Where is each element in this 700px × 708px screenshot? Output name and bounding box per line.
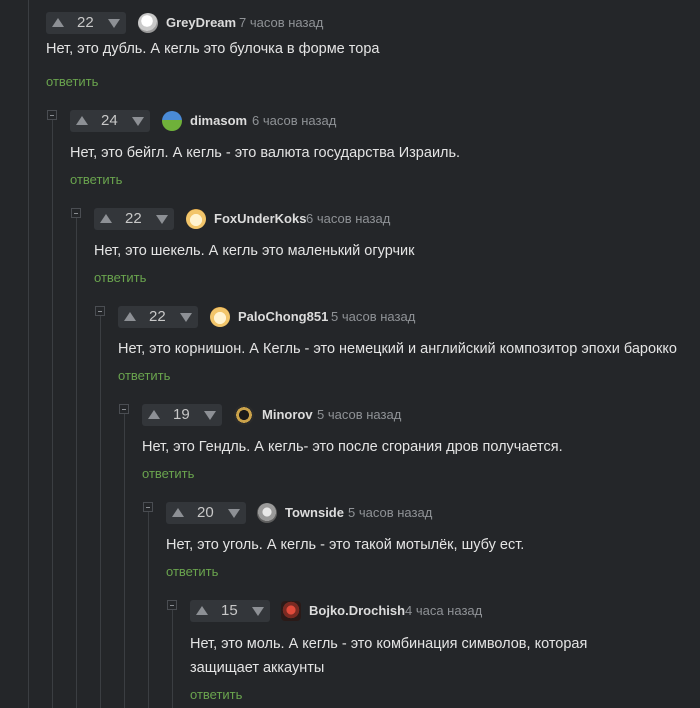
arrow-up-icon bbox=[100, 214, 112, 223]
comment-text: Нет, это дубль. А кегль это булочка в фо… bbox=[46, 41, 380, 57]
vote-count: 15 bbox=[221, 602, 238, 619]
reply-link[interactable]: ответить bbox=[142, 466, 194, 481]
vote-count: 24 bbox=[101, 112, 118, 129]
username[interactable]: PaloChong851 bbox=[238, 309, 328, 324]
comment-text: Нет, это уголь. А кегль - это такой моты… bbox=[166, 537, 525, 553]
avatar-dimasom-icon[interactable] bbox=[162, 111, 182, 131]
comment: 15 Bojko.Drochish 4 часа назад Нет, это … bbox=[0, 600, 700, 708]
reply-link[interactable]: ответить bbox=[190, 687, 242, 702]
comment-text-line-1: Нет, это моль. А кегль - это комбинация … bbox=[190, 636, 588, 652]
avatar-greydream-icon[interactable] bbox=[138, 13, 158, 33]
comment-text: Нет, это бейгл. А кегль - это валюта гос… bbox=[70, 145, 461, 161]
upvote-button[interactable] bbox=[94, 208, 118, 230]
avatar-minorov-icon[interactable] bbox=[234, 405, 254, 425]
arrow-down-icon bbox=[156, 215, 168, 224]
upvote-button[interactable] bbox=[46, 12, 70, 34]
username[interactable]: Minorov bbox=[262, 407, 313, 422]
downvote-button[interactable] bbox=[126, 110, 150, 132]
comment-text: Нет, это корнишон. А Кегль - это немецки… bbox=[118, 341, 677, 357]
arrow-up-icon bbox=[52, 18, 64, 27]
comment: 20 Townside 5 часов назад Нет, это уголь… bbox=[0, 502, 700, 600]
arrow-down-icon bbox=[180, 313, 192, 322]
timestamp[interactable]: 5 часов назад bbox=[317, 407, 401, 422]
upvote-button[interactable] bbox=[166, 502, 190, 524]
username[interactable]: GreyDream bbox=[166, 15, 236, 30]
reply-link[interactable]: ответить bbox=[118, 368, 170, 383]
timestamp[interactable]: 7 часов назад bbox=[239, 15, 323, 30]
downvote-button[interactable] bbox=[150, 208, 174, 230]
arrow-up-icon bbox=[196, 606, 208, 615]
downvote-button[interactable] bbox=[174, 306, 198, 328]
timestamp[interactable]: 5 часов назад bbox=[348, 505, 432, 520]
collapse-thread-button[interactable] bbox=[143, 502, 153, 512]
reply-link[interactable]: ответить bbox=[46, 74, 98, 89]
username[interactable]: FoxUnderKoks bbox=[214, 211, 306, 226]
collapse-thread-button[interactable] bbox=[71, 208, 81, 218]
avatar-foxunderkoks-icon[interactable] bbox=[186, 209, 206, 229]
collapse-thread-button[interactable] bbox=[47, 110, 57, 120]
upvote-button[interactable] bbox=[118, 306, 142, 328]
downvote-button[interactable] bbox=[102, 12, 126, 34]
arrow-up-icon bbox=[76, 116, 88, 125]
comment-text-line-2: защищает аккаунты bbox=[190, 660, 325, 676]
timestamp[interactable]: 6 часов назад bbox=[306, 211, 390, 226]
reply-link[interactable]: ответить bbox=[94, 270, 146, 285]
comment: 22 GreyDream 7 часов назад Нет, это дубл… bbox=[0, 12, 700, 110]
username[interactable]: Bojko.Drochish bbox=[309, 603, 405, 618]
collapse-thread-button[interactable] bbox=[119, 404, 129, 414]
collapse-thread-button[interactable] bbox=[95, 306, 105, 316]
comment: 22 PaloChong851 5 часов назад Нет, это к… bbox=[0, 306, 700, 404]
arrow-up-icon bbox=[148, 410, 160, 419]
vote-count: 22 bbox=[77, 14, 94, 31]
timestamp[interactable]: 5 часов назад bbox=[331, 309, 415, 324]
vote-count: 22 bbox=[125, 210, 142, 227]
arrow-down-icon bbox=[228, 509, 240, 518]
comment-text: Нет, это Гендль. А кегль- это после сгор… bbox=[142, 439, 563, 455]
vote-count: 22 bbox=[149, 308, 166, 325]
upvote-button[interactable] bbox=[70, 110, 94, 132]
downvote-button[interactable] bbox=[198, 404, 222, 426]
upvote-button[interactable] bbox=[142, 404, 166, 426]
vote-count: 19 bbox=[173, 406, 190, 423]
arrow-down-icon bbox=[108, 19, 120, 28]
downvote-button[interactable] bbox=[246, 600, 270, 622]
arrow-down-icon bbox=[252, 607, 264, 616]
timestamp[interactable]: 4 часа назад bbox=[405, 603, 482, 618]
downvote-button[interactable] bbox=[222, 502, 246, 524]
arrow-up-icon bbox=[124, 312, 136, 321]
reply-link[interactable]: ответить bbox=[70, 172, 122, 187]
username[interactable]: dimasom bbox=[190, 113, 247, 128]
collapse-thread-button[interactable] bbox=[167, 600, 177, 610]
comment: 24 dimasom 6 часов назад Нет, это бейгл.… bbox=[0, 110, 700, 208]
comment-text: Нет, это шекель. А кегль это маленький о… bbox=[94, 243, 415, 259]
comment: 19 Minorov 5 часов назад Нет, это Гендль… bbox=[0, 404, 700, 502]
arrow-up-icon bbox=[172, 508, 184, 517]
avatar-palochong851-icon[interactable] bbox=[210, 307, 230, 327]
timestamp[interactable]: 6 часов назад bbox=[252, 113, 336, 128]
avatar-townside-icon[interactable] bbox=[257, 503, 277, 523]
username[interactable]: Townside bbox=[285, 505, 344, 520]
comment: 22 FoxUnderKoks 6 часов назад Нет, это ш… bbox=[0, 208, 700, 306]
upvote-button[interactable] bbox=[190, 600, 214, 622]
arrow-down-icon bbox=[132, 117, 144, 126]
vote-count: 20 bbox=[197, 504, 214, 521]
arrow-down-icon bbox=[204, 411, 216, 420]
avatar-bojko-icon[interactable] bbox=[281, 601, 301, 621]
reply-link[interactable]: ответить bbox=[166, 564, 218, 579]
